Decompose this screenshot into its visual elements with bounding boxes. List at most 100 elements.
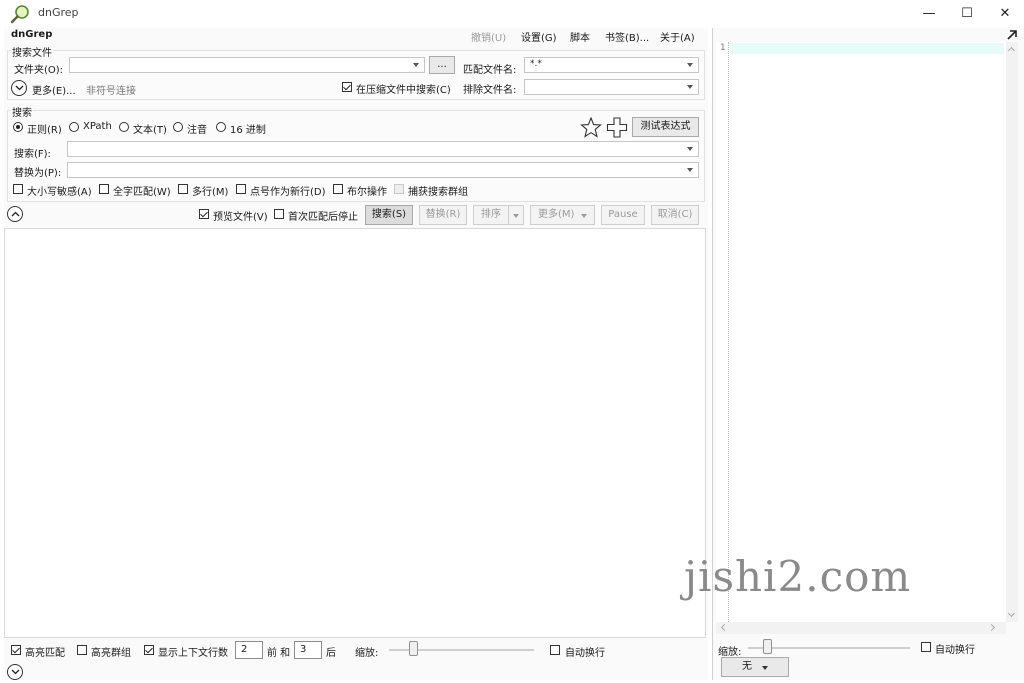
capture-groups-checkbox[interactable] bbox=[394, 184, 404, 194]
stop-first-checkbox[interactable] bbox=[274, 209, 284, 219]
scroll-left-icon[interactable] bbox=[720, 623, 729, 632]
mode-text-radio[interactable] bbox=[119, 122, 129, 132]
stop-first-label: 首次匹配后停止 bbox=[288, 212, 358, 223]
whole-word-label: 全字匹配(W) bbox=[113, 187, 171, 198]
highlight-groups-checkbox[interactable] bbox=[77, 645, 87, 655]
preview-horizontal-scrollbar[interactable] bbox=[716, 622, 1006, 634]
dot-newline-checkbox[interactable] bbox=[236, 184, 246, 194]
preview-zoom-track[interactable] bbox=[748, 647, 910, 649]
mode-xpath-radio[interactable] bbox=[69, 122, 79, 132]
preview-file-label: 预览文件(V) bbox=[213, 212, 268, 223]
maximize-button[interactable]: ☐ bbox=[948, 0, 986, 28]
line-number: 1 bbox=[720, 43, 726, 53]
menu-scripts[interactable]: 脚本 bbox=[570, 29, 590, 44]
show-context-label: 显示上下文行数 bbox=[158, 648, 228, 659]
menu-about[interactable]: 关于(A) bbox=[660, 29, 695, 44]
replace-combo[interactable] bbox=[67, 162, 699, 178]
chevron-down-icon bbox=[687, 168, 693, 172]
highlight-matches-label: 高亮匹配 bbox=[25, 648, 65, 659]
preview-zoom-slider[interactable] bbox=[763, 639, 773, 654]
scroll-up-icon[interactable] bbox=[1007, 46, 1016, 55]
chevron-down-icon bbox=[11, 669, 20, 675]
mode-phonetic-label: 注音 bbox=[187, 125, 207, 136]
results-zoom-slider[interactable] bbox=[409, 641, 419, 656]
exclude-label: 排除文件名: bbox=[463, 85, 517, 96]
expand-more-button[interactable] bbox=[11, 80, 27, 96]
results-wrap-label: 自动换行 bbox=[565, 648, 605, 659]
show-context-checkbox[interactable] bbox=[144, 645, 154, 655]
mode-phonetic-radio[interactable] bbox=[173, 122, 183, 132]
search-button[interactable]: 搜索(S) bbox=[365, 205, 413, 225]
preview-vertical-scrollbar[interactable] bbox=[1006, 42, 1018, 622]
symlink-label[interactable]: 非符号连接 bbox=[86, 82, 136, 97]
folder-label: 文件夹(O): bbox=[14, 65, 64, 76]
test-expression-button[interactable]: 测试表达式 bbox=[632, 117, 699, 137]
replace-button[interactable]: 替换(R) bbox=[419, 205, 467, 225]
mode-text-label: 文本(T) bbox=[133, 125, 167, 136]
search-combo[interactable] bbox=[67, 141, 699, 157]
current-line-highlight bbox=[730, 43, 1004, 54]
file-pattern-combo[interactable]: *.* bbox=[524, 57, 699, 73]
mode-regex-radio[interactable] bbox=[13, 122, 23, 132]
search-group-label: 搜索 bbox=[11, 104, 33, 119]
dot-newline-label: 点号作为新行(D) bbox=[250, 187, 326, 198]
chevron-down-icon bbox=[15, 85, 24, 91]
preview-zoom-label: 缩放: bbox=[718, 647, 742, 658]
search-archives-checkbox[interactable] bbox=[342, 82, 352, 92]
preview-file-checkbox[interactable] bbox=[199, 209, 209, 219]
collapse-options-button[interactable] bbox=[7, 206, 23, 222]
boolean-ops-label: 布尔操作 bbox=[347, 187, 387, 198]
expand-bottom-button[interactable] bbox=[7, 664, 23, 680]
plus-add-icon[interactable] bbox=[606, 117, 628, 141]
highlight-groups-label: 高亮群组 bbox=[91, 648, 131, 659]
results-wrap-checkbox[interactable] bbox=[550, 645, 560, 655]
scroll-down-icon[interactable] bbox=[1007, 609, 1016, 618]
menu-undo[interactable]: 撤销(U) bbox=[471, 29, 506, 44]
boolean-ops-checkbox[interactable] bbox=[333, 184, 343, 194]
context-after-label: 后 bbox=[326, 648, 336, 659]
browse-button[interactable]: ... bbox=[429, 56, 455, 74]
close-button[interactable]: ✕ bbox=[986, 0, 1024, 28]
case-sensitive-checkbox[interactable] bbox=[13, 184, 23, 194]
pause-button[interactable]: Pause bbox=[601, 205, 645, 225]
sort-dropdown-button[interactable] bbox=[508, 205, 524, 225]
context-before-label: 前 和 bbox=[267, 648, 291, 659]
chevron-down-icon bbox=[581, 214, 587, 218]
sort-button[interactable]: 排序 bbox=[473, 205, 509, 225]
star-bookmark-icon[interactable] bbox=[580, 116, 602, 141]
chevron-down-icon bbox=[762, 666, 768, 670]
whole-word-checkbox[interactable] bbox=[99, 184, 109, 194]
results-tree[interactable] bbox=[4, 228, 706, 638]
minimize-button[interactable]: — bbox=[910, 0, 948, 28]
app-name: dnGrep bbox=[11, 29, 53, 40]
mode-hex-radio[interactable] bbox=[216, 122, 226, 132]
preview-editor[interactable] bbox=[716, 42, 1006, 622]
more-actions-button[interactable]: 更多(M) bbox=[530, 205, 595, 225]
more-actions-label: 更多(M) bbox=[538, 209, 575, 220]
scroll-right-icon[interactable] bbox=[987, 623, 996, 632]
context-after-input[interactable]: 3 bbox=[294, 641, 322, 659]
magnifier-app-icon bbox=[10, 4, 30, 24]
multiline-label: 多行(M) bbox=[192, 187, 229, 198]
chevron-down-icon bbox=[687, 147, 693, 151]
more-label[interactable]: 更多(E)... bbox=[32, 82, 76, 97]
context-before-input[interactable]: 2 bbox=[235, 641, 263, 659]
results-zoom-label: 缩放: bbox=[355, 648, 379, 659]
folder-combo[interactable] bbox=[69, 57, 425, 73]
search-field-label: 搜索(F): bbox=[14, 149, 51, 160]
cancel-button[interactable]: 取消(C) bbox=[651, 205, 699, 225]
watermark-text: jishi2.com bbox=[684, 552, 912, 601]
syntax-button[interactable]: 无 bbox=[721, 657, 789, 677]
exclude-combo[interactable] bbox=[524, 79, 699, 95]
search-files-group-label: 搜索文件 bbox=[11, 44, 53, 59]
chevron-down-icon bbox=[513, 214, 519, 218]
menu-bookmarks[interactable]: 书签(B)... bbox=[605, 29, 649, 44]
title-bar bbox=[0, 0, 1024, 28]
menu-settings[interactable]: 设置(G) bbox=[521, 29, 557, 44]
multiline-checkbox[interactable] bbox=[178, 184, 188, 194]
chevron-down-icon bbox=[687, 63, 693, 67]
window-title: dnGrep bbox=[38, 6, 79, 19]
preview-wrap-checkbox[interactable] bbox=[921, 642, 931, 652]
highlight-matches-checkbox[interactable] bbox=[11, 645, 21, 655]
mode-xpath-label: XPath bbox=[83, 121, 112, 132]
